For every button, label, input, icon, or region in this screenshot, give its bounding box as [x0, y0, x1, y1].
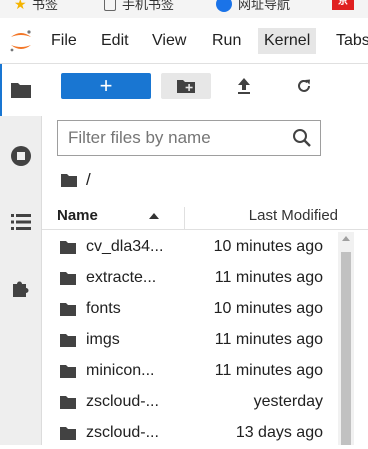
bookmark-label: 书签	[32, 0, 59, 12]
home-folder-icon[interactable]	[60, 173, 78, 188]
table-row[interactable]: zscloud-... yesterday	[42, 387, 336, 418]
file-modified: 13 days ago	[235, 424, 323, 441]
upload-icon	[238, 78, 250, 94]
refresh-button[interactable]	[289, 73, 319, 99]
new-folder-button[interactable]	[161, 73, 211, 99]
table-row[interactable]: fonts 10 minutes ago	[42, 294, 336, 325]
phone-icon	[104, 0, 116, 11]
commands-icon[interactable]	[9, 210, 33, 234]
folder-icon	[60, 241, 76, 254]
menu-kernel[interactable]: Kernel	[258, 28, 317, 54]
menu-file[interactable]: File	[45, 28, 83, 54]
search-input[interactable]	[58, 121, 288, 155]
star-icon: ★	[14, 0, 27, 12]
running-icon[interactable]	[9, 144, 33, 168]
file-modified: 11 minutes ago	[214, 331, 323, 348]
listing-header: Name Last Modified	[42, 204, 368, 230]
folder-icon	[60, 396, 76, 409]
edge-icon	[216, 0, 232, 12]
file-name: zscloud-...	[86, 424, 159, 441]
file-name: extracte...	[86, 269, 157, 286]
bookmark-label: 手机书签	[122, 0, 175, 12]
folder-icon[interactable]	[9, 78, 33, 102]
new-launcher-button[interactable]: +	[61, 73, 151, 99]
file-name: fonts	[86, 300, 121, 317]
table-row[interactable]: zscloud-... 13 days ago	[42, 418, 336, 449]
menu-tabs[interactable]: Tabs	[330, 28, 368, 54]
jd-icon: 京	[332, 0, 354, 10]
table-row[interactable]: imgs 11 minutes ago	[42, 325, 336, 356]
file-modified: 11 minutes ago	[214, 269, 323, 286]
bookmark-item[interactable]: ★ 书签	[14, 0, 58, 13]
bookmarks-bar: ★ 书签 手机书签 网址导航 京	[0, 0, 368, 18]
sort-ascending-icon	[149, 213, 159, 219]
bookmark-label: 网址导航	[238, 0, 291, 12]
file-name: zscloud-...	[86, 393, 159, 410]
file-name: minicon...	[86, 362, 155, 379]
file-modified: yesterday	[253, 393, 323, 410]
column-name[interactable]: Name	[57, 207, 98, 224]
breadcrumb-path[interactable]: /	[86, 170, 91, 190]
column-divider[interactable]	[184, 207, 185, 229]
left-sidebar	[0, 64, 42, 445]
breadcrumb: /	[60, 168, 91, 192]
bookmark-item[interactable]: 京	[332, 0, 360, 10]
bookmark-item[interactable]: 手机书签	[104, 0, 174, 13]
refresh-icon	[298, 79, 310, 92]
scroll-up-arrow-icon[interactable]	[342, 236, 350, 241]
file-list: cv_dla34... 10 minutes ago extracte... 1…	[42, 232, 336, 449]
folder-icon	[60, 427, 76, 440]
folder-icon	[60, 334, 76, 347]
jupyter-logo-icon[interactable]	[8, 28, 34, 54]
menu-edit[interactable]: Edit	[95, 28, 135, 54]
bookmark-item[interactable]: 网址导航	[216, 0, 290, 13]
menu-view[interactable]: View	[146, 28, 192, 54]
column-last-modified[interactable]: Last Modified	[249, 207, 338, 224]
file-name: cv_dla34...	[86, 238, 164, 255]
menu-bar: File Edit View Run Kernel Tabs	[0, 18, 368, 64]
file-modified: 10 minutes ago	[213, 238, 323, 255]
table-row[interactable]: cv_dla34... 10 minutes ago	[42, 232, 336, 263]
table-row[interactable]: minicon... 11 minutes ago	[42, 356, 336, 387]
folder-icon	[60, 303, 76, 316]
menu-run[interactable]: Run	[206, 28, 247, 54]
upload-button[interactable]	[229, 73, 259, 99]
file-browser: + / Name Last Mod	[42, 64, 368, 445]
file-name: imgs	[86, 331, 120, 348]
filter-box	[57, 120, 321, 156]
scroll-thumb[interactable]	[341, 252, 351, 445]
search-icon[interactable]	[292, 128, 312, 148]
folder-icon	[60, 272, 76, 285]
table-row[interactable]: extracte... 11 minutes ago	[42, 263, 336, 294]
new-folder-icon	[177, 80, 195, 93]
file-modified: 10 minutes ago	[213, 300, 323, 317]
file-modified: 11 minutes ago	[214, 362, 323, 379]
folder-icon	[60, 365, 76, 378]
extensions-icon[interactable]	[9, 276, 33, 300]
list-scrollbar[interactable]	[338, 232, 354, 445]
